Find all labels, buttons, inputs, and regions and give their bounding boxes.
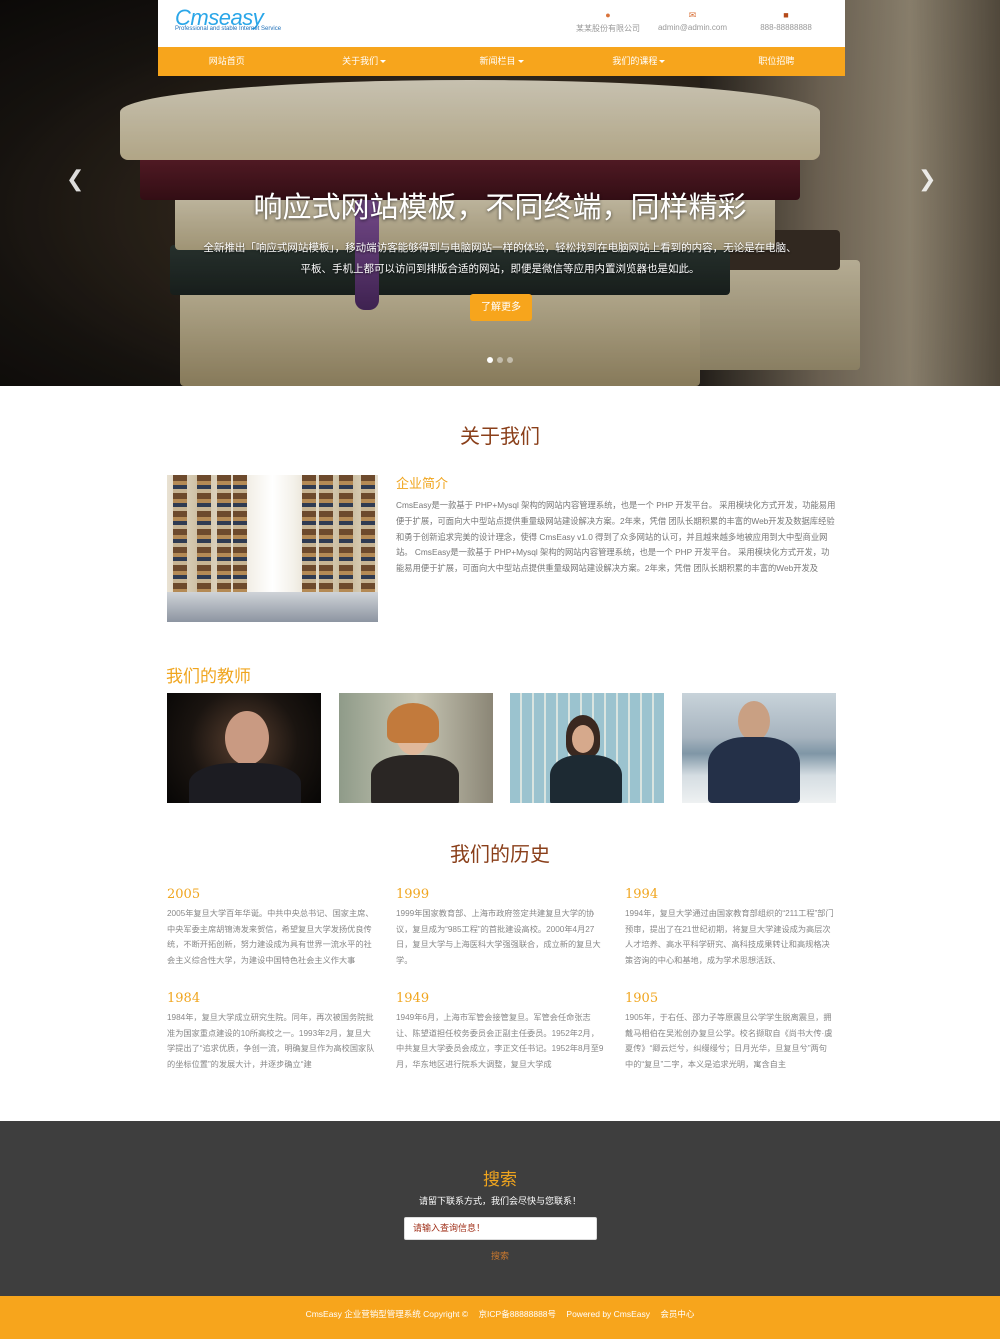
footer-copyright: CmsEasy 企业营销型管理系统 Copyright © 京ICP备88888… bbox=[0, 1296, 1000, 1339]
contact-phone: ■ 888-88888888 bbox=[751, 10, 821, 32]
slide-description: 全新推出「响应式网站模板」，移动端访客能够得到与电脑网站一样的体验，轻松找到在电… bbox=[203, 242, 797, 275]
teacher-photo[interactable] bbox=[339, 693, 493, 803]
teacher-photo[interactable] bbox=[510, 693, 664, 803]
location-pin-icon: ● bbox=[605, 10, 611, 20]
nav-item-home[interactable]: 网站首页 bbox=[158, 47, 295, 76]
caret-down-icon bbox=[517, 60, 524, 64]
site-header: Cmseasy Professional and stable Internet… bbox=[158, 0, 845, 47]
nav-item-news[interactable]: 新闻栏目 bbox=[433, 47, 570, 76]
envelope-icon: ✉ bbox=[688, 10, 697, 20]
slider-indicators bbox=[487, 357, 513, 363]
nav-item-jobs[interactable]: 职位招聘 bbox=[708, 47, 845, 76]
history-year: 1999 bbox=[396, 887, 430, 902]
teacher-photo[interactable] bbox=[167, 693, 321, 803]
search-title: 搜索 bbox=[483, 1170, 517, 1190]
history-year: 1905 bbox=[625, 991, 659, 1006]
about-subtitle: 企业简介 bbox=[396, 477, 449, 492]
icp-link[interactable]: 京ICP备88888888号 bbox=[479, 1309, 557, 1319]
search-input[interactable]: 请输入查询信息！ bbox=[404, 1217, 597, 1240]
caret-down-icon bbox=[380, 60, 387, 64]
powered-by-link[interactable]: Powered by CmsEasy bbox=[566, 1309, 650, 1319]
history-section-title: 我们的历史 bbox=[450, 842, 550, 866]
history-item: 2005 2005年复旦大学百年华诞。中共中央总书记、国家主席、中央军委主席胡锦… bbox=[167, 887, 377, 968]
teacher-photo[interactable] bbox=[682, 693, 836, 803]
about-section-title: 关于我们 bbox=[460, 424, 540, 448]
library-image bbox=[167, 475, 378, 622]
history-year: 2005 bbox=[167, 887, 201, 902]
history-text: 1905年，于右任、邵力子等原震旦公学学生脱离震旦，拥戴马相伯在吴淞创办复旦公学… bbox=[625, 1013, 833, 1069]
slide-title: 响应式网站模板，不同终端，同样精彩 bbox=[253, 192, 747, 224]
search-section: 搜索 请留下联系方式，我们会尽快与您联系！ 请输入查询信息！ 搜索 bbox=[0, 1121, 1000, 1296]
teachers-title: 我们的教师 bbox=[166, 667, 251, 687]
site-logo[interactable]: Cmseasy Professional and stable Internet… bbox=[175, 7, 297, 34]
history-text: 2005年复旦大学百年华诞。中共中央总书记、国家主席、中央军委主席胡锦涛发来贺信… bbox=[167, 909, 374, 965]
history-text: 1949年6月，上海市军管会接管复旦。军管会任命张志让、陈望道担任校务委员会正副… bbox=[396, 1013, 604, 1069]
history-item: 1984 1984年，复旦大学成立研究生院。同年，再次被国务院批准为国家重点建设… bbox=[167, 991, 377, 1072]
phone-icon: ■ bbox=[783, 10, 789, 20]
slide-dot[interactable] bbox=[487, 357, 493, 363]
slide-dot[interactable] bbox=[507, 357, 513, 363]
history-year: 1949 bbox=[396, 991, 430, 1006]
nav-item-about[interactable]: 关于我们 bbox=[295, 47, 432, 76]
caret-down-icon bbox=[659, 60, 666, 64]
history-item: 1999 1999年国家教育部、上海市政府签定共建复旦大学的协议，复旦成为“98… bbox=[396, 887, 606, 968]
history-item: 1949 1949年6月，上海市军管会接管复旦。军管会任命张志让、陈望道担任校务… bbox=[396, 991, 606, 1072]
search-subtitle: 请留下联系方式，我们会尽快与您联系！ bbox=[418, 1196, 581, 1206]
history-item: 1994 1994年，复旦大学通过由国家教育部组织的“211工程”部门预审，提出… bbox=[625, 887, 835, 968]
history-text: 1994年，复旦大学通过由国家教育部组织的“211工程”部门预审，提出了在21世… bbox=[625, 909, 834, 965]
nav-item-courses[interactable]: 我们的课程 bbox=[570, 47, 707, 76]
copyright-text: CmsEasy 企业营销型管理系统 Copyright © bbox=[305, 1309, 469, 1319]
learn-more-button[interactable]: 了解更多 bbox=[470, 294, 532, 321]
history-text: 1984年，复旦大学成立研究生院。同年，再次被国务院批准为国家重点建设的10所高… bbox=[167, 1013, 375, 1069]
logo-tagline: Professional and stable Internet Service bbox=[175, 26, 282, 32]
member-center-link[interactable]: 会员中心 bbox=[660, 1309, 694, 1319]
history-year: 1984 bbox=[167, 991, 201, 1006]
about-description: CmsEasy是一款基于 PHP+Mysql 架构的网站内容管理系统，也是一个 … bbox=[396, 500, 836, 574]
contact-company: ● 某某股份有限公司 bbox=[573, 10, 643, 34]
contact-email: ✉ admin@admin.com bbox=[655, 10, 730, 32]
main-nav: 网站首页 关于我们 新闻栏目 我们的课程 职位招聘 bbox=[158, 47, 845, 76]
search-button[interactable]: 搜索 bbox=[0, 1249, 1000, 1262]
history-year: 1994 bbox=[625, 887, 659, 902]
slide-dot[interactable] bbox=[497, 357, 503, 363]
history-item: 1905 1905年，于右任、邵力子等原震旦公学学生脱离震旦，拥戴马相伯在吴淞创… bbox=[625, 991, 835, 1072]
history-text: 1999年国家教育部、上海市政府签定共建复旦大学的协议，复旦成为“985工程”的… bbox=[396, 909, 601, 965]
